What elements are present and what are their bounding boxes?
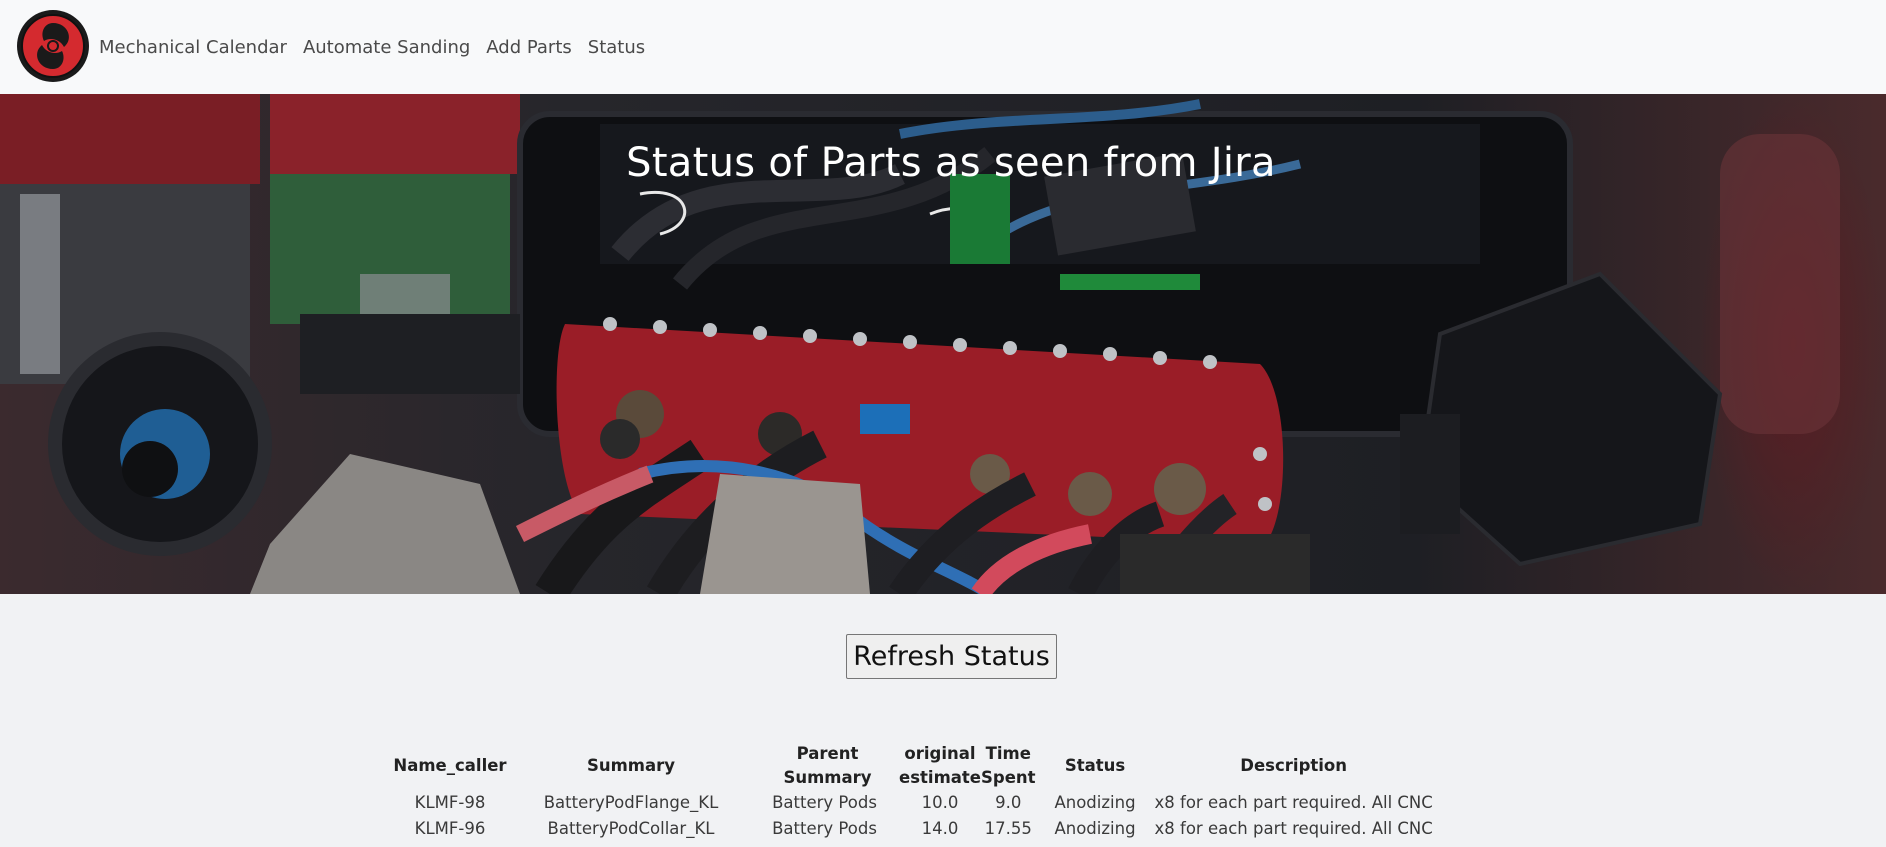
column-header-name-caller[interactable]: Name_caller	[388, 742, 512, 790]
column-header-parent-summary[interactable]: Parent Summary	[750, 742, 899, 790]
column-header-description[interactable]: Description	[1155, 742, 1433, 790]
table-header-row: Name_caller Summary Parent Summary origi…	[388, 742, 1433, 790]
cell-name-caller: KLMF-96	[414, 819, 486, 838]
cell-summary: BatteryPodFlange_KL	[543, 793, 719, 812]
cell-name-caller: KLMF-98	[414, 793, 486, 812]
cell-parent-summary: Battery Pods	[772, 793, 877, 812]
cell-original-estimate: 14.0	[921, 819, 959, 838]
navbar: Mechanical Calendar Automate Sanding Add…	[0, 0, 1886, 94]
nav-link-status[interactable]: Status	[588, 37, 645, 58]
column-header-status[interactable]: Status	[1036, 742, 1155, 790]
column-header-summary[interactable]: Summary	[512, 742, 750, 790]
cell-parent-summary: Battery Pods	[772, 819, 877, 838]
nav-link-automate-sanding[interactable]: Automate Sanding	[303, 37, 470, 58]
column-header-original-estimate[interactable]: original estimate	[899, 742, 981, 790]
nav-link-mechanical-calendar[interactable]: Mechanical Calendar	[99, 37, 287, 58]
cell-status: Anodizing	[1054, 819, 1136, 838]
cell-original-estimate: 10.0	[921, 793, 959, 812]
refresh-status-button[interactable]: Refresh Status	[846, 634, 1057, 679]
team-logo-icon[interactable]	[16, 9, 90, 83]
status-table: Name_caller Summary Parent Summary origi…	[388, 742, 1433, 842]
cell-status: Anodizing	[1054, 793, 1136, 812]
column-header-time-spent[interactable]: Time Spent	[981, 742, 1036, 790]
nav-link-add-parts[interactable]: Add Parts	[486, 37, 571, 58]
nav-links: Mechanical Calendar Automate Sanding Add…	[99, 0, 645, 94]
hero-banner: Status of Parts as seen from Jira	[0, 94, 1886, 594]
table-row[interactable]: KLMF-96 BatteryPodCollar_KL Battery Pods…	[388, 816, 1433, 842]
table-row[interactable]: KLMF-98 BatteryPodFlange_KL Battery Pods…	[388, 790, 1433, 816]
cell-time-spent: 9.0	[995, 793, 1022, 812]
cell-summary: BatteryPodCollar_KL	[547, 819, 715, 838]
cell-description: x8 for each part required. All CNC	[1154, 819, 1433, 838]
cell-time-spent: 17.55	[984, 819, 1032, 838]
cell-description: x8 for each part required. All CNC	[1154, 793, 1433, 812]
page-title: Status of Parts as seen from Jira	[626, 140, 1276, 186]
